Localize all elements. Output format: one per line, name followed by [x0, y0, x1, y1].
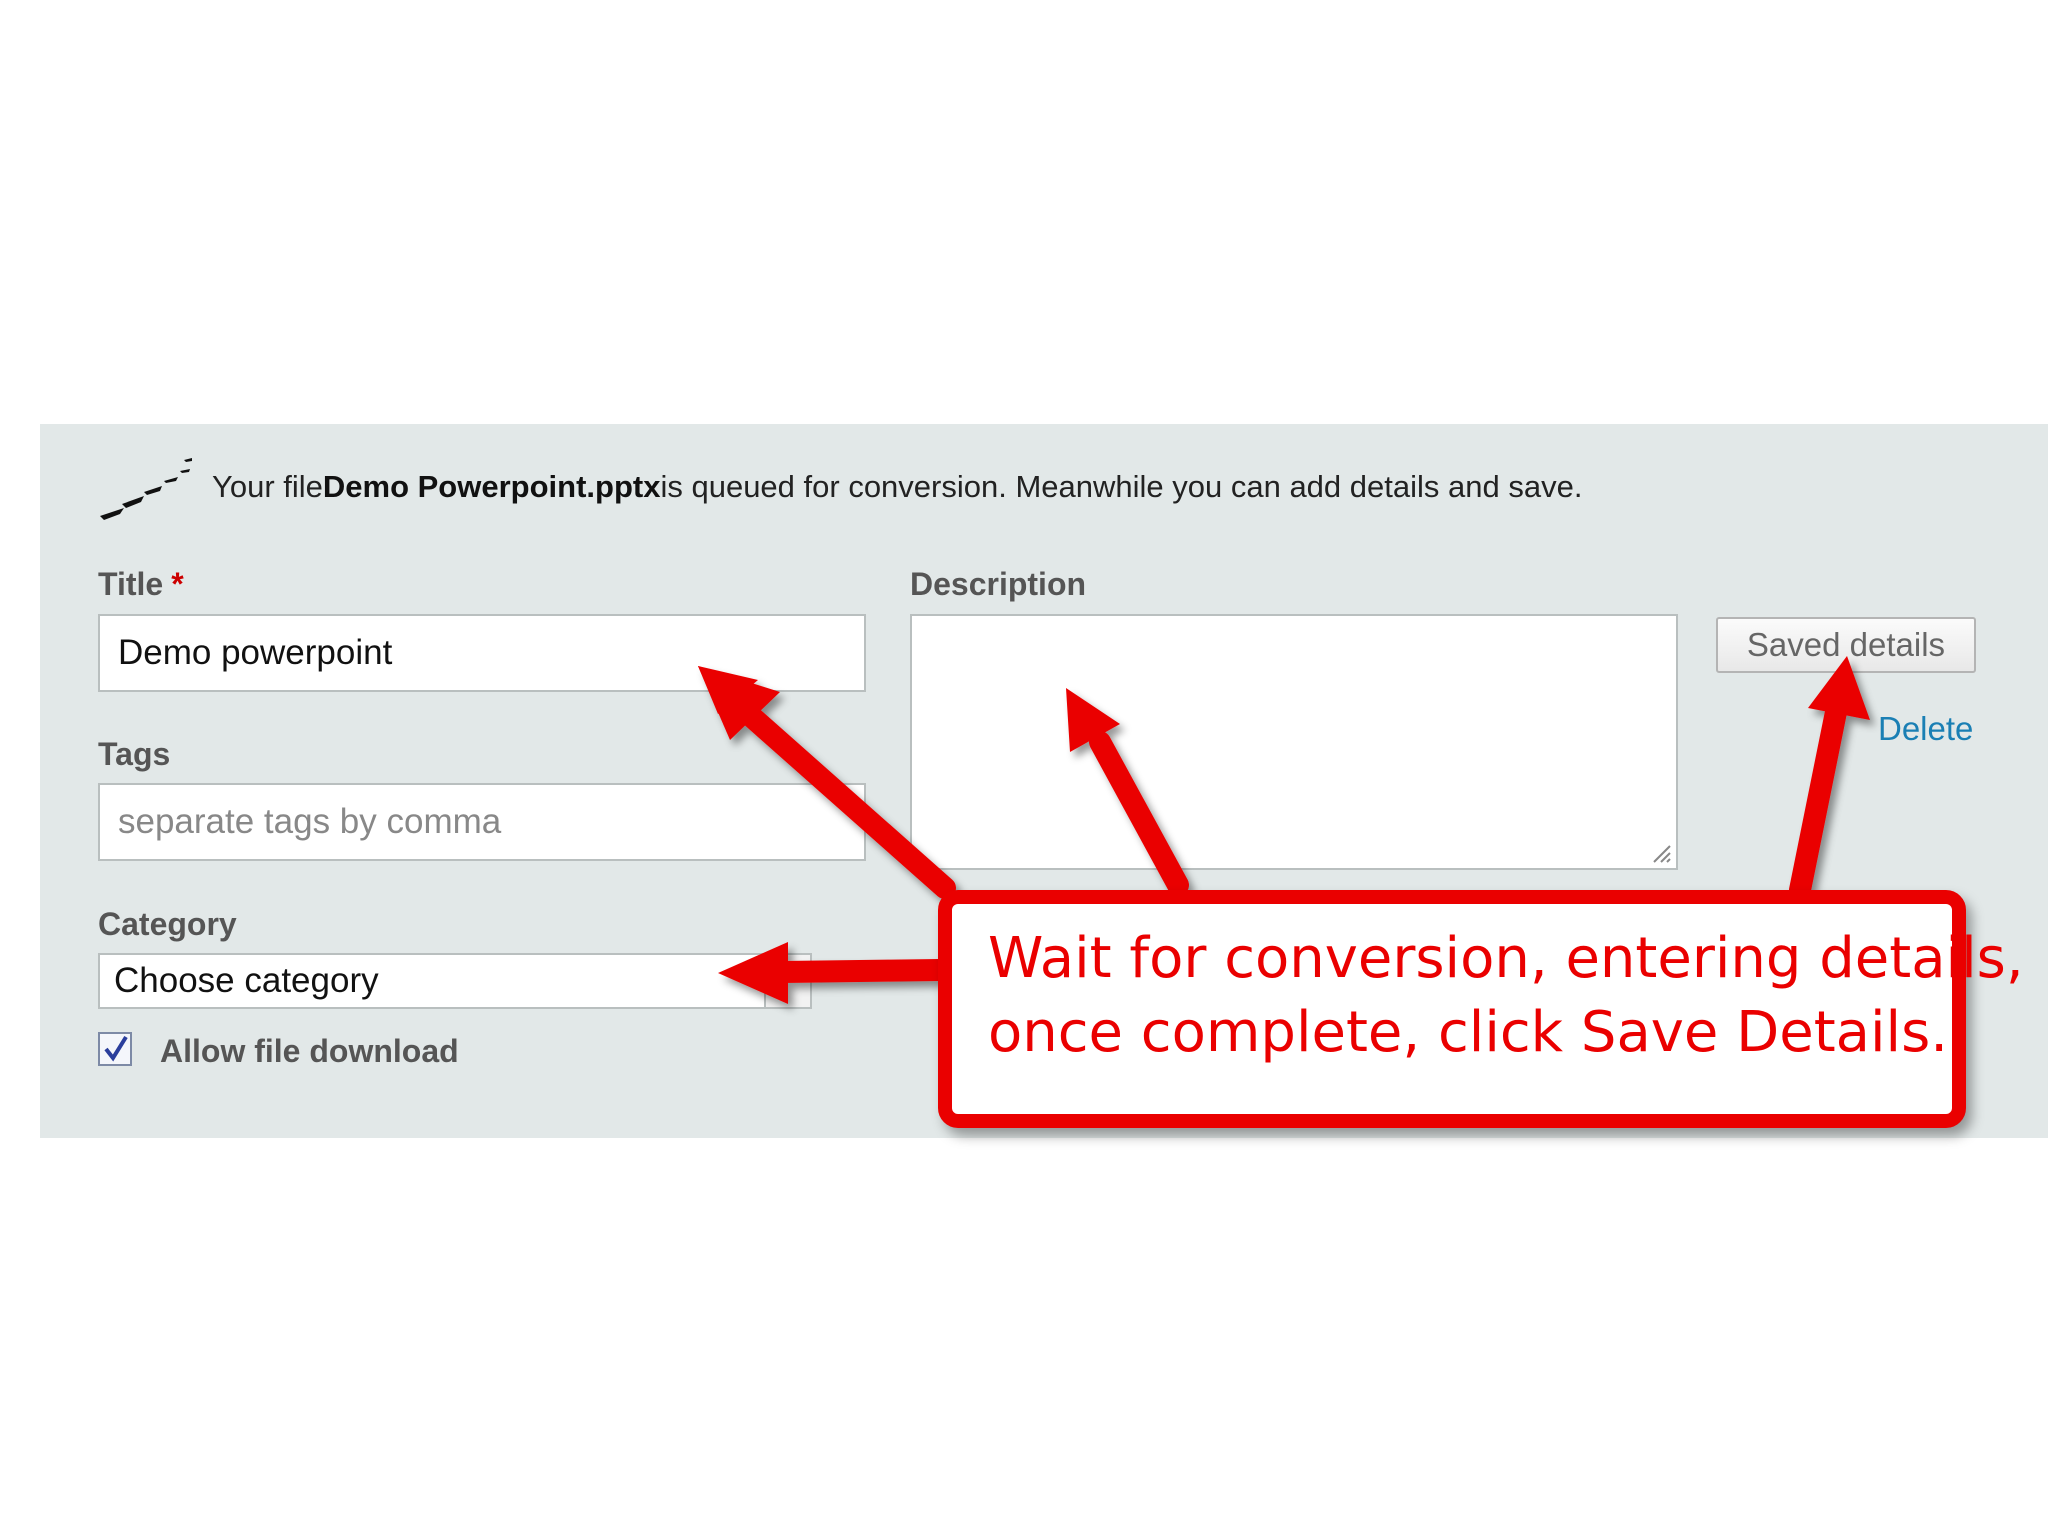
loading-spinner-icon [100, 458, 192, 520]
allow-download-label: Allow file download [160, 1033, 459, 1069]
callout-line-2: once complete, click Save Details. [988, 1000, 1949, 1065]
tags-input-placeholder: separate tags by comma [118, 802, 502, 841]
save-details-button[interactable]: Saved details [1716, 617, 1976, 673]
select-arrow-icon [764, 955, 810, 1007]
checkbox-check-icon [104, 1035, 128, 1062]
category-select[interactable]: Choose category [98, 953, 812, 1009]
title-input-value: Demo powerpoint [118, 633, 393, 672]
annotation-callout: Wait for conversion, entering details, o… [938, 890, 2024, 1128]
title-label: Title * [98, 566, 184, 603]
title-input[interactable]: Demo powerpoint [98, 614, 866, 692]
description-textarea[interactable] [910, 614, 1678, 870]
title-label-text: Title [98, 566, 164, 602]
required-asterisk: * [171, 566, 184, 602]
delete-link[interactable]: Delete [1878, 710, 1973, 748]
notice-filename: Demo Powerpoint.pptx [322, 469, 661, 504]
notice-suffix: is queued for conversion. Meanwhile you … [660, 469, 1583, 504]
tags-input[interactable]: separate tags by comma [98, 783, 866, 861]
tags-label: Tags [98, 736, 171, 772]
description-label: Description [910, 566, 1087, 602]
screenshot-stage: Your file Demo Powerpoint.pptx is queued… [0, 0, 2048, 1536]
notice-prefix: Your file [212, 469, 323, 504]
category-select-value: Choose category [114, 961, 379, 1000]
category-label: Category [98, 906, 237, 942]
callout-line-1: Wait for conversion, entering details, [988, 926, 2024, 991]
resize-grip-icon[interactable] [1650, 842, 1672, 864]
upload-notice: Your file Demo Powerpoint.pptx is queued… [98, 452, 1582, 522]
allow-download-checkbox[interactable] [98, 1032, 132, 1066]
